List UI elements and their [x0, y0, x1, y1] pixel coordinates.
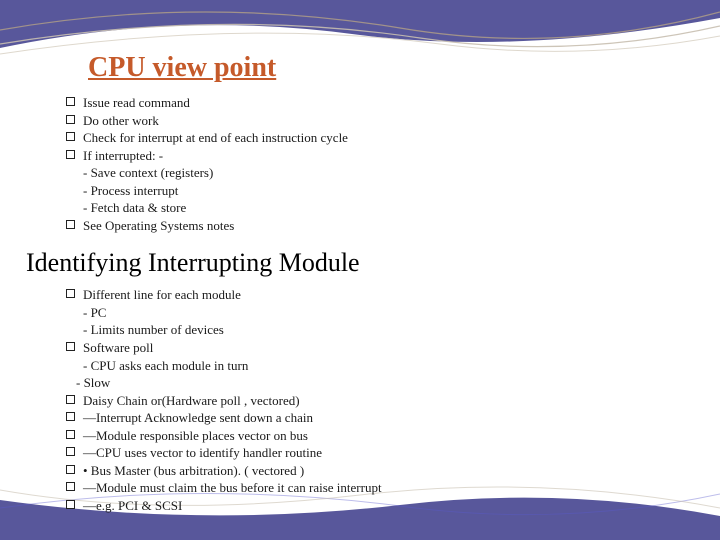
checkbox-icon: [66, 500, 75, 509]
list-item: - Fetch data & store: [66, 199, 680, 217]
list-item: —Module must claim the bus before it can…: [66, 479, 680, 497]
list-item-text: - CPU asks each module in turn: [83, 357, 248, 375]
list-item-text: See Operating Systems notes: [83, 217, 234, 235]
list-item: —CPU uses vector to identify handler rou…: [66, 444, 680, 462]
checkbox-icon: [66, 115, 75, 124]
slide-content: CPU view point Issue read command Do oth…: [0, 0, 720, 534]
list-item-text: —Interrupt Acknowledge sent down a chain: [83, 409, 313, 427]
list-item-text: Software poll: [83, 339, 153, 357]
checkbox-icon: [66, 342, 75, 351]
checkbox-icon: [66, 220, 75, 229]
list-item-text: —CPU uses vector to identify handler rou…: [83, 444, 322, 462]
list-item-text: - Save context (registers): [83, 164, 213, 182]
heading-identifying-module: Identifying Interrupting Module: [26, 248, 680, 278]
list-item: If interrupted: -: [66, 147, 680, 165]
list-item-text: Different line for each module: [83, 286, 241, 304]
checkbox-icon: [66, 465, 75, 474]
list-item: - Limits number of devices: [66, 321, 680, 339]
list-item: - PC: [66, 304, 680, 322]
list-item-text: - Process interrupt: [83, 182, 178, 200]
checkbox-icon: [66, 289, 75, 298]
checkbox-icon: [66, 482, 75, 491]
list-item-text: - Limits number of devices: [83, 321, 224, 339]
list-item: Different line for each module: [66, 286, 680, 304]
list-item: - Process interrupt: [66, 182, 680, 200]
list-item: —Interrupt Acknowledge sent down a chain: [66, 409, 680, 427]
checkbox-icon: [66, 97, 75, 106]
list-item: • Bus Master (bus arbitration). ( vector…: [66, 462, 680, 480]
list-item: Do other work: [66, 112, 680, 130]
checkbox-icon: [66, 150, 75, 159]
section-identifying-list: Different line for each module- PC- Limi…: [66, 286, 680, 514]
list-item-text: —Module responsible places vector on bus: [83, 427, 308, 445]
list-item-text: —Module must claim the bus before it can…: [83, 479, 382, 497]
list-item-text: Daisy Chain or(Hardware poll , vectored): [83, 392, 300, 410]
list-item: Check for interrupt at end of each instr…: [66, 129, 680, 147]
list-item-text: - PC: [83, 304, 106, 322]
list-item-text: • Bus Master (bus arbitration). ( vector…: [83, 462, 304, 480]
checkbox-icon: [66, 412, 75, 421]
list-item: - Save context (registers): [66, 164, 680, 182]
list-item: —Module responsible places vector on bus: [66, 427, 680, 445]
list-item: - Slow: [66, 374, 680, 392]
list-item-text: - Slow: [76, 374, 110, 392]
list-item-text: —e.g. PCI & SCSI: [83, 497, 182, 515]
list-item: Daisy Chain or(Hardware poll , vectored): [66, 392, 680, 410]
list-item: Issue read command: [66, 94, 680, 112]
list-item: Software poll: [66, 339, 680, 357]
list-item: —e.g. PCI & SCSI: [66, 497, 680, 515]
list-item-text: Issue read command: [83, 94, 190, 112]
checkbox-icon: [66, 395, 75, 404]
list-item: - CPU asks each module in turn: [66, 357, 680, 375]
list-item: See Operating Systems notes: [66, 217, 680, 235]
section-cpu-view-list: Issue read command Do other work Check f…: [66, 94, 680, 234]
checkbox-icon: [66, 132, 75, 141]
checkbox-icon: [66, 447, 75, 456]
heading-cpu-view-point: CPU view point: [88, 52, 680, 84]
list-item-text: If interrupted: -: [83, 147, 163, 165]
list-item-text: Check for interrupt at end of each instr…: [83, 129, 348, 147]
checkbox-icon: [66, 430, 75, 439]
list-item-text: Do other work: [83, 112, 159, 130]
list-item-text: - Fetch data & store: [83, 199, 186, 217]
